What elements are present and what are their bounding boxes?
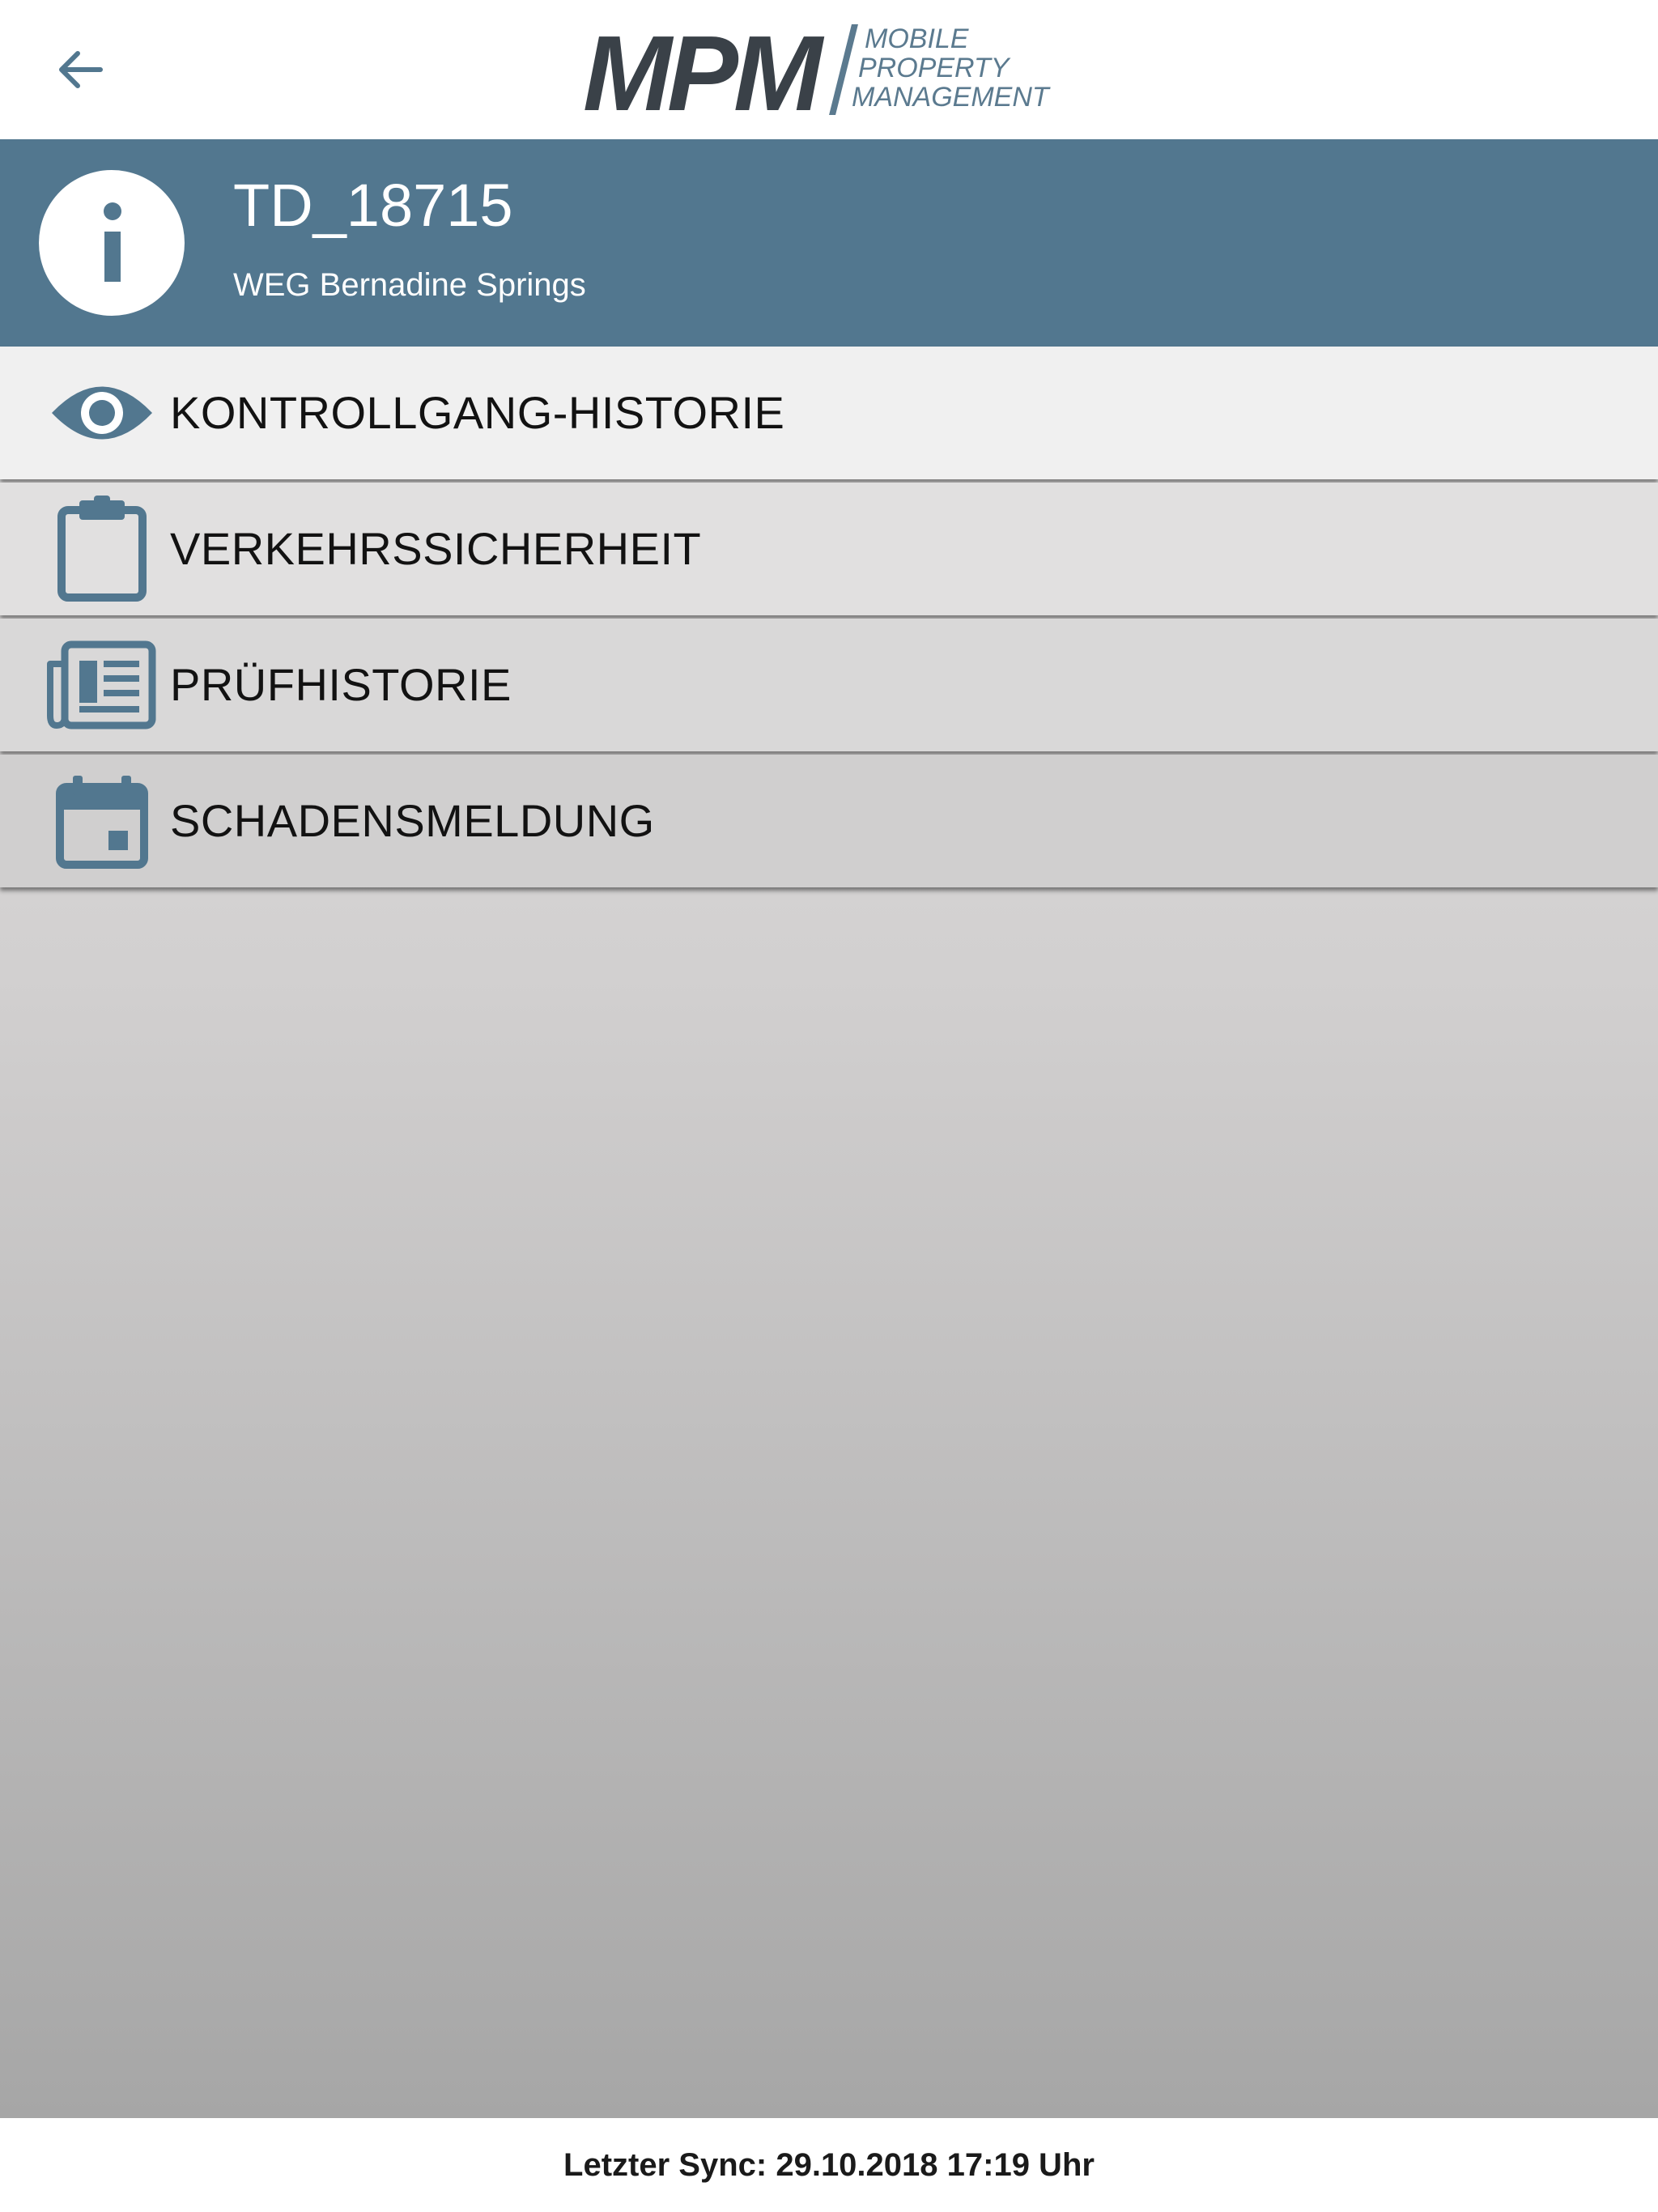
sync-status: Letzter Sync: 29.10.2018 17:19 Uhr: [563, 2147, 1095, 2183]
app-logo: MPM MOBILE PROPERTY MANAGEMENT: [583, 14, 1085, 133]
top-bar: MPM MOBILE PROPERTY MANAGEMENT: [0, 0, 1658, 139]
object-title: TD_18715: [233, 172, 513, 239]
logo-line-1: MOBILE: [865, 23, 969, 54]
menu-item-schadensmeldung[interactable]: SCHADENSMELDUNG: [0, 755, 1658, 887]
menu-list: KONTROLLGANG-HISTORIE VERKEHRSSICHERHEIT: [0, 347, 1658, 891]
menu-item-verkehrssicherheit[interactable]: VERKEHRSSICHERHEIT: [0, 483, 1658, 615]
footer: Letzter Sync: 29.10.2018 17:19 Uhr: [0, 2118, 1658, 2212]
menu-item-pruefhistorie[interactable]: PRÜFHISTORIE: [0, 619, 1658, 751]
menu-item-label: KONTROLLGANG-HISTORIE: [170, 387, 785, 438]
object-subtitle: WEG Bernadine Springs: [233, 267, 586, 303]
menu-item-label: SCHADENSMELDUNG: [170, 795, 655, 846]
logo-line-2: PROPERTY: [858, 53, 1010, 83]
app-screen: MPM MOBILE PROPERTY MANAGEMENT TD_18715 …: [0, 0, 1658, 2212]
newspaper-icon: [47, 640, 156, 730]
arrow-left-icon: [59, 51, 103, 88]
logo-line-3: MANAGEMENT: [852, 82, 1049, 113]
logo-mpm: MPM: [583, 14, 823, 133]
clipboard-icon: [57, 496, 147, 602]
menu-item-label: PRÜFHISTORIE: [170, 659, 512, 710]
menu-item-kontrollgang-historie[interactable]: KONTROLLGANG-HISTORIE: [0, 347, 1658, 479]
back-button[interactable]: [39, 32, 120, 107]
eye-icon: [52, 386, 152, 440]
calendar-icon: [56, 776, 148, 869]
info-icon: [39, 170, 185, 316]
menu-item-label: VERKEHRSSICHERHEIT: [170, 523, 702, 574]
object-header: TD_18715 WEG Bernadine Springs: [0, 139, 1658, 347]
